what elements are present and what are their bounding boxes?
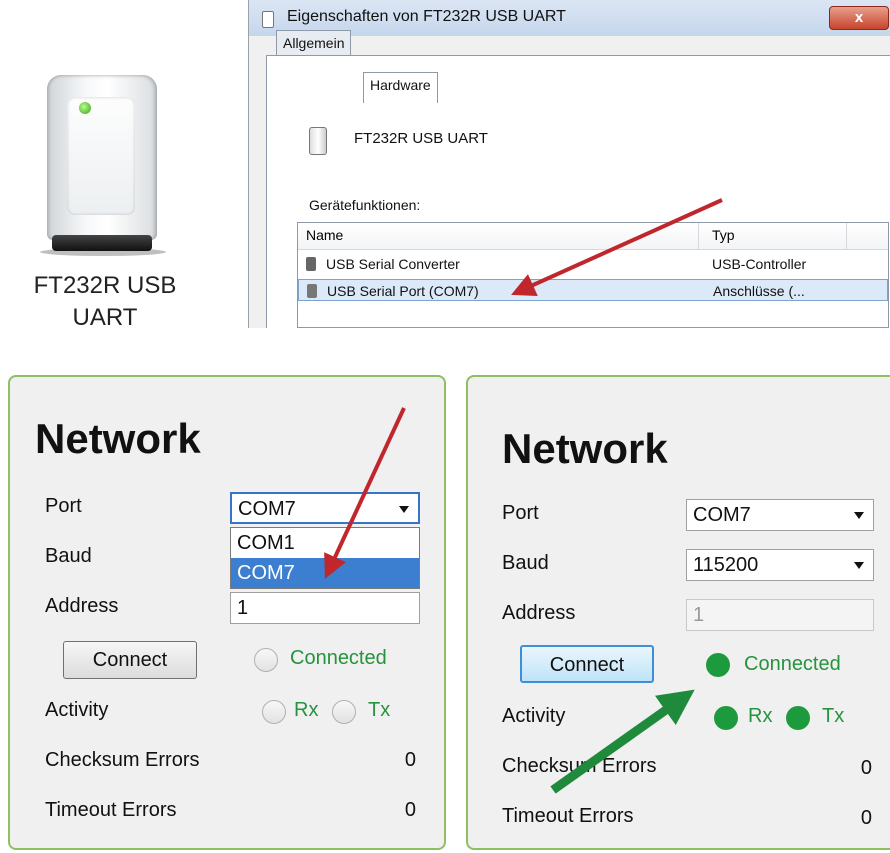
usb-device-icon[interactable] <box>47 75 157 240</box>
timeout-errors-label: Timeout Errors <box>502 805 634 827</box>
checksum-errors-value: 0 <box>860 757 872 779</box>
network-heading: Network <box>502 425 668 472</box>
timeout-errors-label: Timeout Errors <box>45 799 177 821</box>
column-separator[interactable] <box>698 223 699 249</box>
properties-dialog: Eigenschaften von FT232R USB UART x Allg… <box>248 0 890 328</box>
serial-port-icon <box>307 284 317 298</box>
tx-label: Tx <box>822 705 845 727</box>
checksum-errors-label: Checksum Errors <box>502 755 657 777</box>
device-label: FT232R USB UART <box>0 270 210 334</box>
chevron-down-icon[interactable] <box>854 512 864 519</box>
baud-label: Baud <box>45 545 92 567</box>
device-name: FT232R USB UART <box>354 130 488 147</box>
device-label-line1: FT232R USB <box>33 272 177 299</box>
list-row-selected[interactable]: USB Serial Port (COM7) Anschlüsse (... <box>298 279 888 301</box>
tab-allgemein[interactable]: Allgemein <box>276 30 352 55</box>
connected-label: Connected <box>290 647 387 669</box>
port-select[interactable]: COM7 <box>686 499 874 531</box>
column-header-name[interactable]: Name <box>306 227 343 243</box>
network-panel-left: Network Port COM7 COM1 COM7 Baud Address… <box>8 375 446 850</box>
address-input: 1 <box>686 599 874 631</box>
dialog-title: Eigenschaften von FT232R USB UART <box>287 8 566 25</box>
device-base <box>52 235 152 251</box>
row-name: USB Serial Port (COM7) <box>327 283 479 299</box>
baud-label: Baud <box>502 552 549 574</box>
device-led-icon <box>79 102 91 114</box>
device-icon-panel: FT232R USB UART <box>0 55 250 331</box>
rx-indicator-icon <box>262 700 286 724</box>
close-button[interactable]: x <box>829 6 889 30</box>
column-header-type[interactable]: Typ <box>712 227 735 243</box>
usb-plug-icon <box>306 257 316 271</box>
rx-indicator-icon <box>714 706 738 730</box>
port-option-highlighted[interactable]: COM7 <box>231 558 419 588</box>
device-functions-list: Name Typ USB Serial Converter USB-Contro… <box>297 222 889 328</box>
connected-indicator-icon <box>254 648 278 672</box>
rx-label: Rx <box>748 705 773 727</box>
row-name: USB Serial Converter <box>326 256 460 272</box>
network-panel-right: Network Port COM7 Baud 115200 Address 1 … <box>466 375 890 850</box>
device-title-icon <box>262 11 274 28</box>
port-label: Port <box>45 495 82 517</box>
port-select-value: COM7 <box>693 504 751 526</box>
connect-button[interactable]: Connect <box>520 645 654 683</box>
address-label: Address <box>502 602 576 624</box>
tx-indicator-icon <box>786 706 810 730</box>
checksum-errors-label: Checksum Errors <box>45 749 200 771</box>
device-label-line2: UART <box>72 304 138 331</box>
port-select[interactable]: COM7 <box>230 492 420 524</box>
activity-label: Activity <box>502 705 566 727</box>
timeout-errors-value: 0 <box>860 807 872 829</box>
network-heading: Network <box>35 415 201 462</box>
chevron-down-icon[interactable] <box>854 562 864 569</box>
activity-label: Activity <box>45 699 109 721</box>
connect-button[interactable]: Connect <box>63 641 197 679</box>
row-type: USB-Controller <box>712 256 807 272</box>
device-icon <box>309 127 327 155</box>
row-type: Anschlüsse (... <box>713 283 805 299</box>
functions-label: Gerätefunktionen: <box>309 197 421 213</box>
port-option[interactable]: COM1 <box>231 528 419 558</box>
list-row[interactable]: USB Serial Converter USB-Controller <box>298 253 888 275</box>
baud-select[interactable]: 115200 <box>686 549 874 581</box>
connected-indicator-icon <box>706 653 730 677</box>
port-select-value: COM7 <box>238 498 296 520</box>
address-label: Address <box>45 595 119 617</box>
port-dropdown: COM1 COM7 <box>230 527 420 589</box>
connected-label: Connected <box>744 653 841 675</box>
checksum-errors-value: 0 <box>404 749 416 771</box>
list-header: Name Typ <box>298 223 888 250</box>
baud-select-value: 115200 <box>693 554 759 576</box>
rx-label: Rx <box>294 699 319 721</box>
chevron-down-icon[interactable] <box>399 506 409 513</box>
timeout-errors-value: 0 <box>404 799 416 821</box>
tab-hardware[interactable]: Hardware <box>363 72 438 103</box>
port-label: Port <box>502 502 539 524</box>
address-input[interactable]: 1 <box>230 592 420 624</box>
tx-indicator-icon <box>332 700 356 724</box>
tx-label: Tx <box>368 699 391 721</box>
column-separator[interactable] <box>846 223 847 249</box>
device-front-panel <box>67 97 135 215</box>
